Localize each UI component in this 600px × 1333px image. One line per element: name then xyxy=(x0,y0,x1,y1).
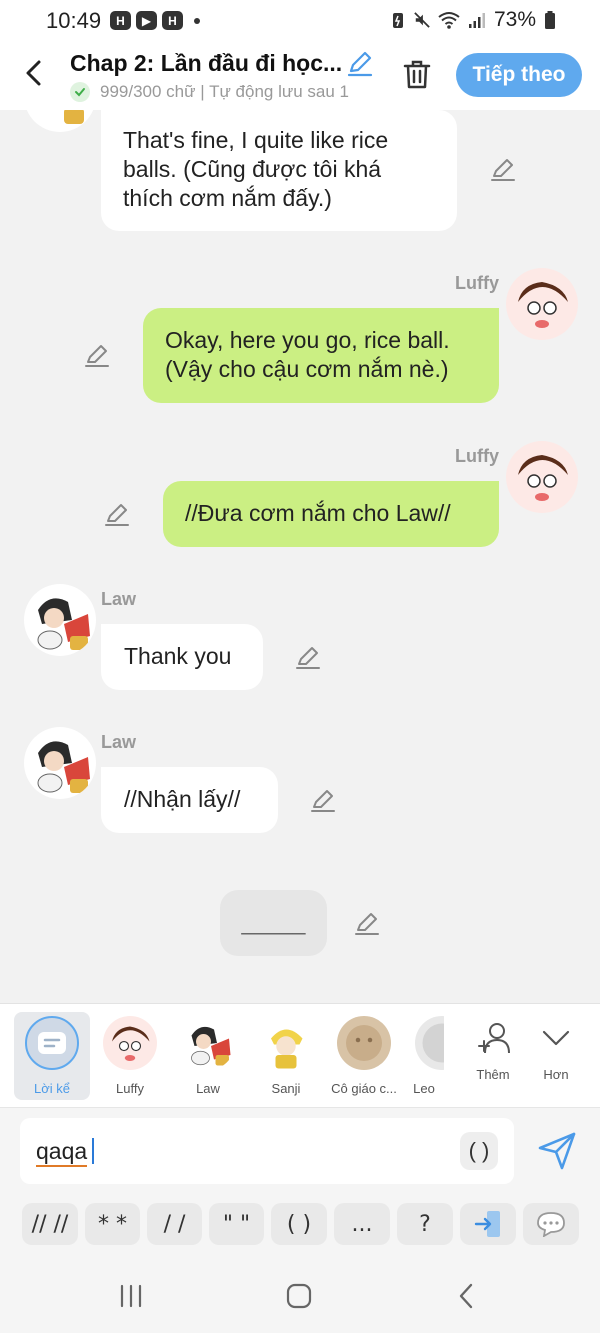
back-nav-icon[interactable] xyxy=(452,1281,482,1311)
character-luffy[interactable]: Luffy xyxy=(92,1012,168,1100)
law-avatar xyxy=(181,1016,235,1070)
chapter-title[interactable]: Chap 2: Lần đầu đi học... xyxy=(70,50,342,77)
shortcut-question[interactable]: ? xyxy=(397,1203,453,1245)
edit-message-icon[interactable] xyxy=(104,502,130,528)
status-time: 10:49 xyxy=(46,8,102,33)
message-text: //Nhận lấy// xyxy=(124,786,241,812)
switch-side-icon xyxy=(474,1211,500,1237)
message-text: thích cơm nắm đấy.) xyxy=(123,185,332,211)
message-bubble[interactable]: //Nhận lấy// xyxy=(101,767,278,833)
shortcut-ellipsis[interactable]: ... xyxy=(334,1203,390,1245)
law-avatar[interactable] xyxy=(24,584,96,656)
character-narration[interactable]: Lời kể xyxy=(14,1012,90,1100)
battery-saver-icon xyxy=(392,13,403,28)
law-avatar xyxy=(24,110,96,132)
leo-avatar xyxy=(415,1016,444,1070)
edit-message-icon[interactable] xyxy=(295,645,321,671)
luffy-avatar[interactable] xyxy=(506,268,578,340)
shortcut-switch[interactable] xyxy=(460,1203,516,1245)
add-user-icon xyxy=(478,1023,510,1054)
edit-message-icon[interactable] xyxy=(354,911,380,937)
youtube-icon: ▶ xyxy=(136,11,157,30)
sender-name: Law xyxy=(101,732,137,752)
send-icon[interactable] xyxy=(536,1130,578,1172)
character-label: Leo xyxy=(413,1081,435,1096)
check-icon xyxy=(70,82,90,102)
shortcut-quote[interactable]: " " xyxy=(209,1203,264,1245)
notification-app-icon: H xyxy=(162,11,183,30)
message-text: _____ xyxy=(241,909,306,935)
battery-icon xyxy=(545,11,555,29)
narration-bubble[interactable]: _____ xyxy=(220,890,327,956)
next-button[interactable]: Tiếp theo xyxy=(456,53,582,97)
status-app-icons: H ▶ H xyxy=(110,11,200,30)
edit-message-icon[interactable] xyxy=(310,788,336,814)
character-label: Hơn xyxy=(543,1067,569,1082)
text-caret xyxy=(92,1138,94,1164)
message-text: Okay, here you go, rice ball. xyxy=(165,327,450,353)
system-nav-bar xyxy=(0,1257,600,1333)
character-label: Luffy xyxy=(116,1081,144,1096)
shortcut-row: // // * * / / " " ( ) ... ? xyxy=(0,1195,600,1257)
recent-apps-icon[interactable] xyxy=(116,1281,146,1311)
message-input[interactable]: qaqa ( ) xyxy=(20,1118,514,1184)
edit-title-icon[interactable] xyxy=(346,50,374,78)
edit-message-icon[interactable] xyxy=(84,343,110,369)
status-indicators: 73% xyxy=(390,8,556,32)
character-leo[interactable]: Leo xyxy=(404,1012,444,1100)
autosave-status: 999/300 chữ | Tự động lưu sau 1 xyxy=(70,82,376,102)
message-text: (Vậy cho cậu cơm nắm nè.) xyxy=(165,356,449,382)
sender-name: Law xyxy=(101,589,137,609)
wifi-icon xyxy=(438,12,460,29)
chevron-down-icon xyxy=(542,1030,570,1046)
shortcut-italic[interactable]: / / xyxy=(147,1203,202,1245)
narration-icon xyxy=(25,1016,79,1070)
message-bubble[interactable]: //Đưa cơm nắm cho Law// xyxy=(163,481,499,547)
message-bubble[interactable]: Okay, here you go, rice ball. (Vậy cho c… xyxy=(143,308,499,403)
chat-bubble-icon xyxy=(537,1212,565,1237)
chat-area[interactable]: That's fine, I quite like rice balls. (C… xyxy=(0,110,600,1003)
character-label: Cô giáo c... xyxy=(331,1081,397,1096)
sanji-avatar xyxy=(259,1016,313,1070)
character-label: Sanji xyxy=(271,1081,301,1096)
message-text: balls. (Cũng được tôi khá xyxy=(123,156,382,182)
character-law[interactable]: Law xyxy=(170,1012,246,1100)
more-characters-button[interactable]: Hơn xyxy=(518,1012,594,1100)
character-selector: Lời kể Luffy Law Sanji Cô giáo c... Leo … xyxy=(0,1003,600,1107)
message-text: Thank you xyxy=(124,643,232,669)
signal-icon xyxy=(468,13,485,28)
shortcut-action[interactable]: // // xyxy=(22,1203,78,1245)
message-text: That's fine, I quite like rice xyxy=(123,127,389,153)
character-label: Law xyxy=(196,1081,220,1096)
message-input-text[interactable]: qaqa xyxy=(36,1138,88,1167)
message-input-bar: qaqa ( ) xyxy=(0,1107,600,1195)
shortcut-parentheses[interactable]: ( ) xyxy=(271,1203,327,1245)
shortcut-bold[interactable]: * * xyxy=(85,1203,140,1245)
editor-header: Chap 2: Lần đầu đi học... 999/300 chữ | … xyxy=(0,44,600,110)
message-bubble[interactable]: That's fine, I quite like rice balls. (C… xyxy=(101,110,457,231)
mute-icon xyxy=(414,12,430,28)
luffy-avatar xyxy=(103,1016,157,1070)
back-arrow-icon[interactable] xyxy=(20,58,50,88)
word-count-text: 999/300 chữ | Tự động lưu sau 1 xyxy=(100,82,350,101)
luffy-avatar[interactable] xyxy=(506,441,578,513)
teacher-avatar xyxy=(337,1016,391,1070)
message-text: //Đưa cơm nắm cho Law// xyxy=(185,500,451,526)
parentheses-button[interactable]: ( ) xyxy=(460,1132,498,1170)
home-icon[interactable] xyxy=(284,1281,314,1311)
battery-percent: 73% xyxy=(493,8,536,31)
status-bar: 10:49 H ▶ H 73% xyxy=(0,0,600,44)
edit-message-icon[interactable] xyxy=(490,157,516,183)
sender-name: Luffy xyxy=(455,446,499,466)
more-notifications-icon xyxy=(194,17,200,24)
notification-app-icon: H xyxy=(110,11,131,30)
law-avatar[interactable] xyxy=(24,727,96,799)
character-sanji[interactable]: Sanji xyxy=(248,1012,324,1100)
character-label: Lời kể xyxy=(34,1081,70,1096)
sender-name: Luffy xyxy=(455,273,499,293)
message-bubble[interactable]: Thank you xyxy=(101,624,263,690)
shortcut-more[interactable] xyxy=(523,1203,579,1245)
trash-icon[interactable] xyxy=(402,58,432,90)
character-teacher[interactable]: Cô giáo c... xyxy=(326,1012,402,1100)
